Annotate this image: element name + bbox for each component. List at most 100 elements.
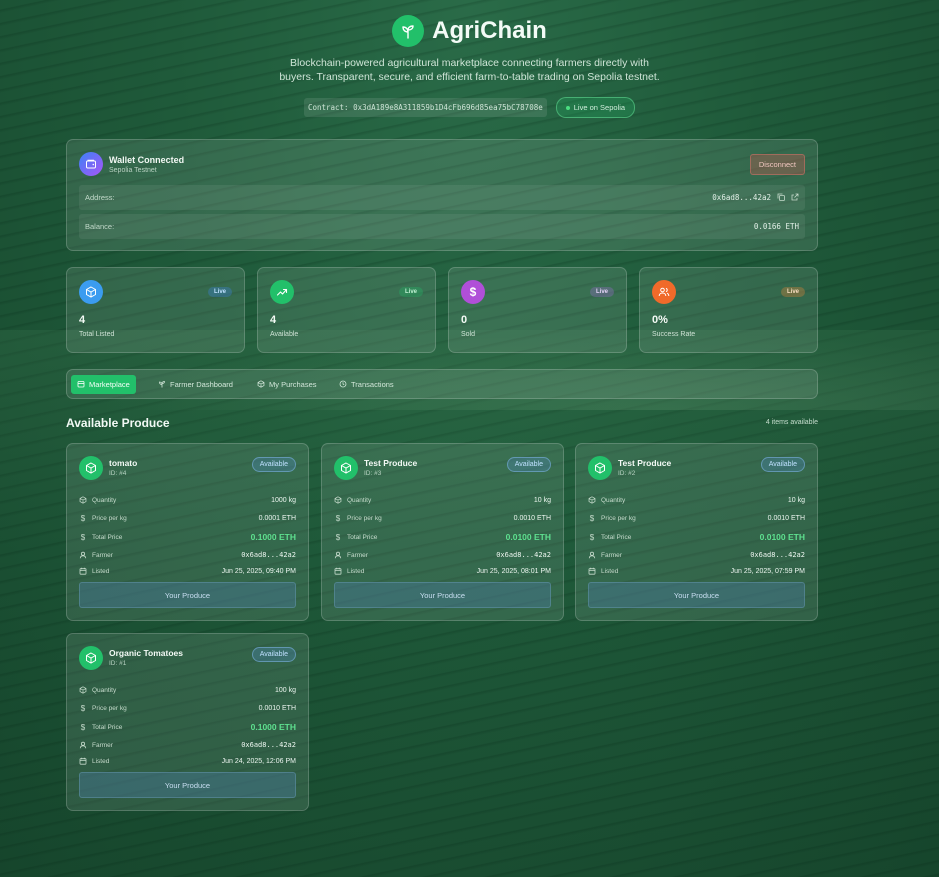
produce-row-farmer: Farmer 0x6ad8...42a2 bbox=[79, 549, 296, 561]
stat-label: Available bbox=[270, 331, 299, 338]
produce-card: tomato ID: #4 Available Quantity 1000 kg $ Pri… bbox=[66, 443, 309, 621]
produce-row-price-per-kg: $ Price per kg 0.0001 ETH bbox=[79, 512, 296, 524]
balance-label: Balance: bbox=[85, 222, 115, 231]
tab-label: Marketplace bbox=[89, 380, 130, 389]
network-status-label: Live on Sepolia bbox=[573, 103, 626, 112]
scale-icon bbox=[334, 496, 342, 504]
row-label: Total Price bbox=[92, 533, 123, 541]
row-label: Listed bbox=[92, 757, 110, 765]
row-value: 0x6ad8...42a2 bbox=[241, 551, 296, 559]
produce-row-price-per-kg: $ Price per kg 0.0010 ETH bbox=[334, 512, 551, 524]
produce-row-farmer: Farmer 0x6ad8...42a2 bbox=[334, 549, 551, 561]
wallet-panel: Wallet Connected Sepolia Testnet Disconn… bbox=[66, 139, 818, 251]
user-icon bbox=[334, 551, 342, 559]
box-icon bbox=[79, 646, 103, 670]
calendar-icon bbox=[79, 567, 87, 575]
tab-label: Transactions bbox=[351, 380, 394, 389]
wallet-icon bbox=[79, 152, 103, 176]
row-value: Jun 25, 2025, 08:01 PM bbox=[476, 567, 551, 575]
produce-name: Organic Tomatoes bbox=[109, 648, 183, 658]
row-label: Price per kg bbox=[92, 514, 127, 522]
produce-card: Test Produce ID: #3 Available Quantity 10 kg… bbox=[321, 443, 564, 621]
box-icon bbox=[79, 456, 103, 480]
row-value: 0.0100 ETH bbox=[759, 532, 805, 542]
network-status-pill: Live on Sepolia bbox=[555, 97, 636, 118]
tab-farmer-dashboard[interactable]: Farmer Dashboard bbox=[152, 375, 239, 394]
row-label: Total Price bbox=[92, 723, 123, 731]
availability-badge: Available bbox=[251, 647, 296, 662]
address-label: Address: bbox=[85, 193, 115, 202]
live-badge: Live bbox=[207, 287, 232, 297]
your-produce-button[interactable]: Your Produce bbox=[334, 582, 551, 608]
your-produce-button[interactable]: Your Produce bbox=[79, 772, 296, 798]
row-value: Jun 25, 2025, 07:59 PM bbox=[730, 567, 805, 575]
produce-card: Organic Tomatoes ID: #1 Available Quantity 1… bbox=[66, 633, 309, 811]
disconnect-button[interactable]: Disconnect bbox=[749, 154, 805, 175]
produce-row-listed: Listed Jun 25, 2025, 08:01 PM bbox=[334, 565, 551, 577]
tab-marketplace[interactable]: Marketplace bbox=[71, 375, 136, 394]
balance-value: 0.0166 ETH bbox=[753, 222, 799, 231]
produce-id: ID: #4 bbox=[109, 470, 127, 477]
store-icon bbox=[77, 380, 85, 390]
row-label: Price per kg bbox=[92, 704, 127, 712]
tagline-line: Blockchain-powered agricultural marketpl… bbox=[290, 57, 649, 69]
box-icon bbox=[334, 456, 358, 480]
items-count: 4 items available bbox=[765, 419, 818, 426]
tab-my-purchases[interactable]: My Purchases bbox=[251, 375, 323, 394]
row-label: Listed bbox=[347, 567, 365, 575]
row-label: Farmer bbox=[347, 551, 368, 559]
availability-badge: Available bbox=[506, 457, 551, 472]
calendar-icon bbox=[79, 757, 87, 765]
tagline-line: buyers. Transparent, secure, and efficie… bbox=[279, 71, 660, 83]
live-badge: Live bbox=[398, 287, 423, 297]
app-title: AgriChain bbox=[432, 17, 547, 44]
contract-address[interactable]: Contract: 0x3dA189e8A311859b1D4cFb696d85… bbox=[303, 98, 547, 117]
produce-row-farmer: Farmer 0x6ad8...42a2 bbox=[588, 549, 805, 561]
main-tabs: Marketplace Farmer Dashboard My Purchase… bbox=[66, 369, 818, 399]
your-produce-button[interactable]: Your Produce bbox=[588, 582, 805, 608]
produce-row-listed: Listed Jun 25, 2025, 09:40 PM bbox=[79, 565, 296, 577]
row-label: Quantity bbox=[92, 496, 117, 504]
row-label: Quantity bbox=[92, 686, 117, 694]
row-value: 0x6ad8...42a2 bbox=[750, 551, 805, 559]
row-label: Quantity bbox=[347, 496, 372, 504]
row-value: 100 kg bbox=[274, 686, 296, 694]
external-link-icon[interactable] bbox=[791, 193, 799, 203]
live-badge: Live bbox=[589, 287, 614, 297]
row-value: 0.0001 ETH bbox=[258, 514, 296, 522]
address-value: 0x6ad8...42a2 bbox=[712, 193, 771, 202]
users-icon bbox=[652, 280, 676, 304]
produce-name: Test Produce bbox=[364, 458, 418, 468]
produce-row-quantity: Quantity 10 kg bbox=[334, 494, 551, 506]
stat-label: Sold bbox=[461, 331, 476, 338]
scale-icon bbox=[588, 496, 596, 504]
wallet-network: Sepolia Testnet bbox=[109, 166, 157, 174]
trending-up-icon bbox=[270, 280, 294, 304]
box-icon bbox=[79, 280, 103, 304]
user-icon bbox=[79, 551, 87, 559]
tab-transactions[interactable]: Transactions bbox=[333, 375, 400, 394]
stat-label: Total Listed bbox=[79, 331, 115, 338]
row-label: Listed bbox=[601, 567, 619, 575]
row-label: Farmer bbox=[601, 551, 622, 559]
stat-value: 0% bbox=[652, 314, 668, 326]
your-produce-button[interactable]: Your Produce bbox=[79, 582, 296, 608]
produce-row-quantity: Quantity 100 kg bbox=[79, 684, 296, 696]
row-value: 0.0010 ETH bbox=[258, 704, 296, 712]
dollar-icon: $ bbox=[461, 280, 485, 304]
user-icon bbox=[588, 551, 596, 559]
copy-icon[interactable] bbox=[777, 193, 785, 203]
produce-name: tomato bbox=[109, 458, 138, 468]
wallet-title: Wallet Connected bbox=[109, 154, 185, 165]
history-icon bbox=[339, 380, 347, 390]
produce-id: ID: #2 bbox=[618, 470, 636, 477]
sprout-icon bbox=[392, 15, 425, 47]
row-value: 0.1000 ETH bbox=[250, 722, 296, 732]
box-icon bbox=[588, 456, 612, 480]
dollar-icon: $ bbox=[80, 703, 86, 713]
produce-row-total-price: $ Total Price 0.1000 ETH bbox=[79, 531, 296, 543]
row-label: Quantity bbox=[601, 496, 626, 504]
row-value: 1000 kg bbox=[271, 496, 296, 504]
row-value: 10 kg bbox=[533, 496, 551, 504]
page-header: AgriChain Blockchain-powered agricultura… bbox=[0, 14, 939, 118]
